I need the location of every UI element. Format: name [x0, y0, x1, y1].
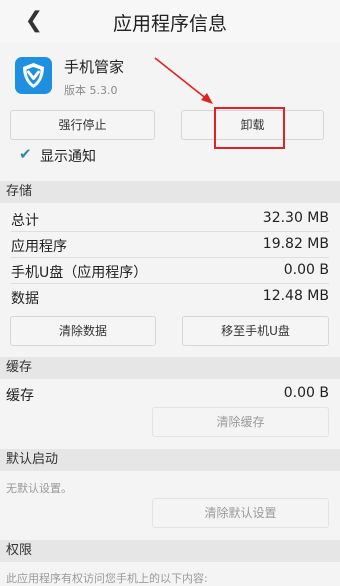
clear-defaults-button[interactable]: 清除默认设置: [152, 498, 329, 528]
permissions-section-header: 权限: [0, 540, 340, 562]
data-label: 数据: [11, 291, 39, 307]
divider: [11, 257, 329, 258]
move-to-usb-button[interactable]: 移至手机U盘: [182, 316, 329, 346]
clear-cache-button[interactable]: 清除缓存: [152, 407, 329, 437]
app-size-value: 19.82 MB: [262, 236, 329, 252]
force-stop-button[interactable]: 强行停止: [10, 110, 155, 140]
cache-label: 缓存: [6, 388, 34, 404]
cache-value: 0.00 B: [283, 385, 329, 401]
usb-app-value: 0.00 B: [283, 262, 329, 278]
checkmark-icon: ✔: [19, 145, 32, 163]
total-value: 32.30 MB: [262, 210, 329, 226]
divider: [11, 231, 329, 232]
storage-section-header: 存储: [0, 181, 340, 203]
cache-section-header: 缓存: [0, 357, 340, 379]
show-notification-label: 显示通知: [40, 149, 96, 165]
app-size-label: 应用程序: [11, 239, 67, 255]
data-value: 12.48 MB: [262, 288, 329, 304]
usb-app-label: 手机U盘（应用程序）: [11, 265, 148, 281]
default-launch-section-header: 默认启动: [0, 449, 340, 471]
clear-data-button[interactable]: 清除数据: [10, 316, 156, 346]
total-label: 总计: [11, 213, 39, 229]
divider: [11, 283, 329, 284]
no-default-note: 无默认设置。: [6, 482, 72, 495]
permissions-note: 此应用程序有权访问您手机上的以下内容:: [6, 572, 208, 585]
uninstall-highlight-box: [214, 107, 285, 149]
